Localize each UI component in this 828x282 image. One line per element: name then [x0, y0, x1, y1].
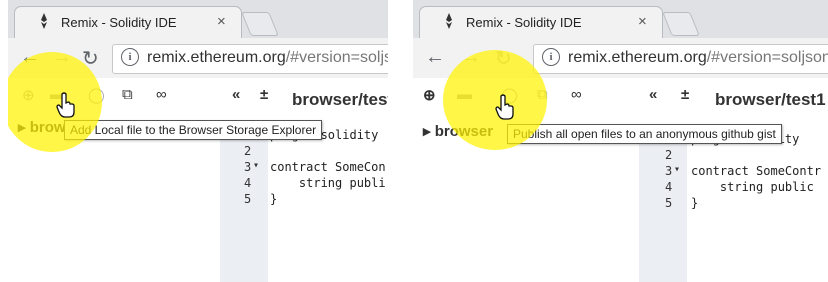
new-tab-button[interactable]: [662, 12, 700, 36]
url-input[interactable]: i remix.ethereum.org/#version=soljso: [112, 44, 388, 74]
line-number: 5: [665, 196, 673, 210]
collapse-icon[interactable]: «: [649, 86, 657, 103]
info-icon[interactable]: i: [121, 48, 139, 66]
tab-close-icon[interactable]: ×: [638, 13, 647, 30]
tab-title: Remix - Solidity IDE: [466, 15, 582, 30]
browser-tab[interactable]: Remix - Solidity IDE ×: [419, 6, 663, 38]
tooltip: Add Local file to the Browser Storage Ex…: [64, 120, 323, 140]
url-host: remix.ethereum.org: [568, 49, 707, 66]
url-host: remix.ethereum.org: [147, 49, 286, 66]
plus-icon[interactable]: ±: [260, 86, 268, 103]
url-input[interactable]: i remix.ethereum.org/#version=soljson-: [533, 44, 828, 74]
line-number: 2: [244, 144, 252, 158]
browser-window-right: Remix - Solidity IDE × ← → ↻ i remix.eth…: [413, 0, 828, 282]
copy-icon[interactable]: ⧉: [122, 86, 133, 103]
file-name[interactable]: browser/test: [292, 90, 388, 110]
link-icon[interactable]: ∞: [156, 86, 167, 103]
info-icon[interactable]: i: [542, 48, 560, 66]
editor-gutter: [639, 132, 687, 282]
tab-close-icon[interactable]: ×: [217, 13, 226, 30]
url-text: remix.ethereum.org/#version=soljson-: [568, 49, 828, 67]
collapse-icon[interactable]: «: [232, 86, 240, 103]
line-number: 5: [244, 192, 252, 206]
fold-icon[interactable]: ▾: [253, 160, 259, 171]
url-path: /#version=soljson-: [706, 49, 828, 66]
code-line: string publi: [270, 176, 386, 190]
line-number: 2: [665, 148, 673, 162]
remix-favicon-icon: [41, 13, 47, 29]
tab-strip: Remix - Solidity IDE ×: [413, 0, 828, 38]
back-arrow-icon[interactable]: ←: [425, 46, 445, 69]
remix-favicon-icon: [446, 13, 452, 29]
browser-window-left: Remix - Solidity IDE × ← → ↻ i remix.eth…: [8, 0, 388, 282]
tab-strip: Remix - Solidity IDE ×: [8, 0, 388, 38]
line-number: 3: [244, 160, 252, 174]
code-editor[interactable]: 1 2 3 4 5 ▾ pragma solidity contract Som…: [639, 132, 828, 282]
tooltip: Publish all open files to an anonymous g…: [507, 124, 782, 144]
code-line: string public: [691, 180, 814, 194]
link-icon[interactable]: ∞: [571, 86, 582, 103]
line-number: 3: [665, 164, 673, 178]
file-name[interactable]: browser/test1: [715, 90, 826, 110]
plus-icon[interactable]: ±: [681, 86, 689, 103]
fold-icon[interactable]: ▾: [674, 164, 680, 175]
line-number: 4: [665, 180, 673, 194]
url-path: /#version=soljso: [285, 49, 388, 66]
hand-pointer-icon: [495, 94, 514, 120]
browser-tab[interactable]: Remix - Solidity IDE ×: [14, 6, 242, 38]
code-line: }: [270, 192, 278, 206]
hand-pointer-icon: [56, 92, 75, 118]
tab-title: Remix - Solidity IDE: [61, 15, 177, 30]
code-line: contract SomeContr: [691, 164, 822, 178]
line-number: 4: [244, 176, 252, 190]
code-line: }: [691, 196, 699, 210]
new-tab-button[interactable]: [241, 12, 279, 36]
url-text: remix.ethereum.org/#version=soljso: [147, 49, 388, 67]
new-file-icon[interactable]: ⊕: [423, 86, 436, 104]
code-line: contract SomeCon: [270, 160, 386, 174]
code-editor[interactable]: 1 2 3 4 5 ▾ pragma solidity contract Som…: [220, 128, 388, 282]
